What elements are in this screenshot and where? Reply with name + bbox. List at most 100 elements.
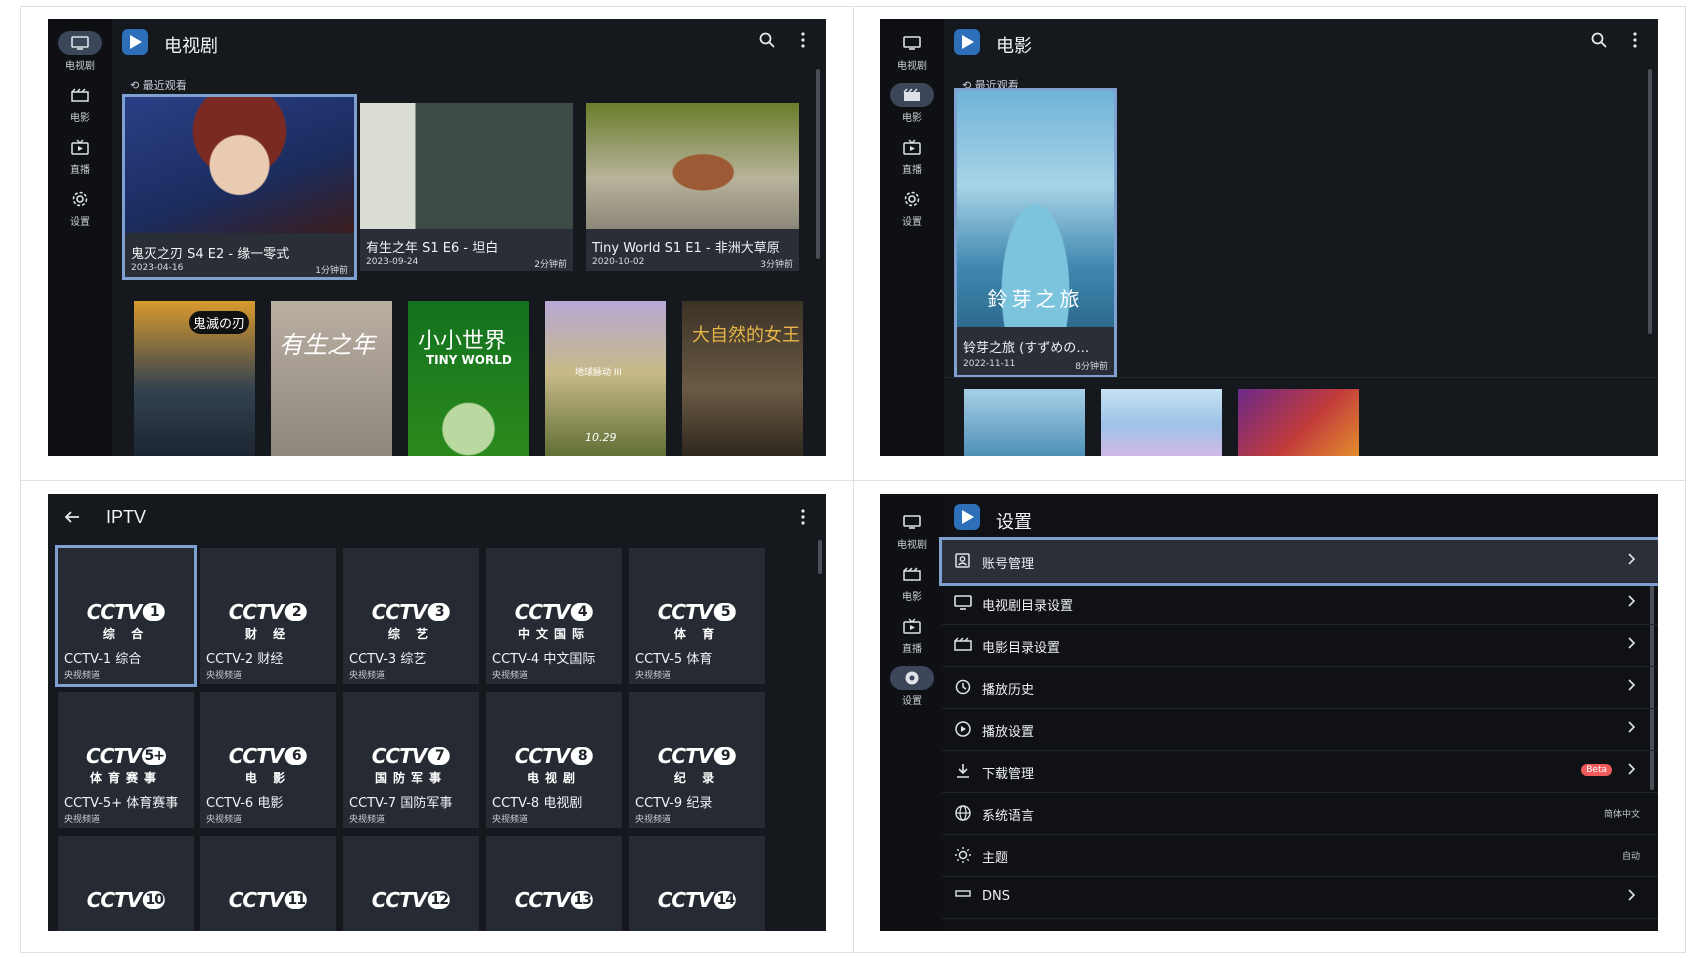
channel-tile[interactable]: CCTV 3 综 艺 CCTV-3 综艺 央视频道: [343, 548, 479, 684]
nav-item-movie[interactable]: 电影: [880, 562, 944, 610]
settings-item[interactable]: 账号管理: [939, 537, 1658, 586]
show-poster[interactable]: 有生之年: [271, 301, 392, 456]
nav-item-live[interactable]: 直播: [880, 614, 944, 662]
nav-item-tv[interactable]: 电视剧: [880, 31, 944, 79]
movie-thumb[interactable]: [964, 389, 1085, 456]
channel-tile[interactable]: CCTV 13: [486, 836, 622, 931]
scrollbar[interactable]: [818, 540, 822, 574]
channel-tile[interactable]: CCTV 8 电视剧 CCTV-8 电视剧 央视频道: [486, 692, 622, 828]
logo-text: CCTV: [514, 888, 570, 912]
channel-category: 央视频道: [492, 671, 529, 681]
logo-text: CCTV: [371, 600, 427, 624]
settings-item[interactable]: 下载管理 Beta: [942, 750, 1658, 793]
settings-item-label: 账号管理: [982, 557, 1035, 572]
nav-item-settings[interactable]: 设置: [880, 666, 944, 714]
channel-number: 3: [428, 603, 451, 621]
nav-item-live[interactable]: 直播: [48, 135, 112, 183]
card-date: 2023-04-16: [131, 263, 184, 273]
logo-subtitle: 电 影: [244, 771, 292, 785]
logo-text: CCTV: [514, 600, 570, 624]
poster-title: 地球脉动 III: [575, 368, 622, 378]
settings-item-label: 主题: [982, 851, 1009, 866]
nav-item-tv[interactable]: 电视剧: [880, 510, 944, 558]
show-poster[interactable]: 地球脉动 III 10.29: [545, 301, 666, 456]
logo-subtitle: 国防军事: [374, 771, 448, 785]
nav-label: 电视剧: [897, 61, 927, 72]
channel-tile[interactable]: CCTV 6 电 影 CCTV-6 电影 央视频道: [200, 692, 336, 828]
settings-item[interactable]: 播放设置: [942, 708, 1658, 751]
channel-tile[interactable]: CCTV 5+ 体育赛事 CCTV-5+ 体育赛事 央视频道: [58, 692, 194, 828]
cctv-logo: CCTV 7 国防军事: [372, 744, 451, 786]
tv-panel: 电视剧 电影 直播 设置 电视剧 ⟲ 最近观看 鬼灭之刃 S4 E2 - 缘一零…: [48, 19, 826, 456]
iptv-panel: IPTV CCTV 1 综 合 CCTV-1 综合 央视频道 CCTV 2 财 经 CCTV-2…: [48, 494, 826, 931]
tv-icon: [954, 595, 972, 610]
channel-tile[interactable]: CCTV 12: [343, 836, 479, 931]
cctv-logo: CCTV 1 综 合: [87, 600, 166, 642]
logo-subtitle: 电视剧: [526, 771, 582, 785]
show-poster[interactable]: 小小世界 TINY WORLD: [408, 301, 529, 456]
channel-tile[interactable]: CCTV 10: [58, 836, 194, 931]
movie-thumb[interactable]: [1238, 389, 1359, 456]
poster-date: 10.29: [585, 431, 617, 444]
scrollbar[interactable]: [1648, 69, 1652, 334]
nav-item-movie[interactable]: 电影: [48, 83, 112, 131]
settings-item-label: 电视剧目录设置: [982, 599, 1074, 614]
channel-category: 央视频道: [635, 815, 672, 825]
show-poster[interactable]: 鬼滅の刃: [134, 301, 255, 456]
cctv-logo: CCTV 12: [372, 888, 451, 912]
channel-category: 央视频道: [492, 815, 529, 825]
scrollbar[interactable]: [816, 69, 820, 259]
logo-mark: CCTV 5: [658, 600, 737, 624]
channel-tile[interactable]: CCTV 1 综 合 CCTV-1 综合 央视频道: [55, 545, 197, 687]
channel-tile[interactable]: CCTV 2 财 经 CCTV-2 财经 央视频道: [200, 548, 336, 684]
logo-subtitle: 纪 录: [673, 771, 721, 785]
nav-item-live[interactable]: 直播: [880, 135, 944, 183]
channel-tile[interactable]: CCTV 11: [200, 836, 336, 931]
back-arrow-icon[interactable]: [64, 509, 80, 525]
cctv-logo: CCTV 6 电 影: [229, 744, 308, 786]
search-icon[interactable]: [1591, 32, 1607, 48]
clapperboard-icon: [954, 637, 972, 651]
settings-item[interactable]: 系统语言 简体中文: [942, 792, 1658, 835]
nav-item-settings[interactable]: 设置: [880, 187, 944, 235]
channel-tile[interactable]: CCTV 7 国防军事 CCTV-7 国防军事 央视频道: [343, 692, 479, 828]
recent-card[interactable]: Tiny World S1 E1 - 非洲大草原 2020-10-02 3分钟前: [586, 103, 799, 271]
recent-card[interactable]: 鈴芽之旅 铃芽之旅 (すずめの… 2022-11-11 8分钟前: [954, 88, 1117, 378]
dns-icon: [955, 890, 971, 897]
logo-mark: CCTV 11: [229, 888, 308, 912]
movie-poster: 鈴芽之旅: [957, 91, 1114, 327]
nav-rail: 电视剧 电影 直播 设置: [880, 494, 944, 931]
nav-item-tv[interactable]: 电视剧: [48, 31, 112, 79]
settings-item-label: DNS: [982, 889, 1010, 904]
logo-text: CCTV: [514, 744, 570, 768]
channel-number: 4: [571, 603, 594, 621]
card-time-ago: 1分钟前: [315, 266, 348, 276]
recent-card[interactable]: 有生之年 S1 E6 - 坦白 2023-09-24 2分钟前: [360, 103, 573, 271]
channel-tile[interactable]: CCTV 5 体 育 CCTV-5 体育 央视频道: [629, 548, 765, 684]
settings-item[interactable]: 主题 自动: [942, 834, 1658, 877]
search-icon[interactable]: [759, 32, 775, 48]
settings-item[interactable]: DNS: [942, 876, 1658, 919]
nav-item-movie[interactable]: 电影: [880, 83, 944, 131]
settings-item[interactable]: 电影目录设置: [942, 624, 1658, 667]
channel-name: CCTV-7 国防军事: [349, 796, 453, 811]
logo-text: CCTV: [657, 888, 713, 912]
channel-name: CCTV-9 纪录: [635, 796, 713, 811]
nav-label: 设置: [902, 217, 922, 228]
movie-thumb[interactable]: [1101, 389, 1222, 456]
poster-title: 大自然的女王: [692, 325, 800, 346]
more-vert-icon[interactable]: [801, 32, 805, 48]
channel-tile[interactable]: CCTV 4 中文国际 CCTV-4 中文国际 央视频道: [486, 548, 622, 684]
cctv-logo: CCTV 10: [87, 888, 166, 912]
channel-tile[interactable]: CCTV 14: [629, 836, 765, 931]
nav-item-settings[interactable]: 设置: [48, 187, 112, 235]
settings-item[interactable]: 电视剧目录设置: [942, 582, 1658, 625]
cctv-logo: CCTV 3 综 艺: [371, 600, 451, 642]
recent-card[interactable]: 鬼灭之刃 S4 E2 - 缘一零式 2023-04-16 1分钟前: [122, 94, 357, 280]
show-poster[interactable]: 大自然的女王: [682, 301, 803, 456]
more-vert-icon[interactable]: [801, 509, 805, 525]
app-logo-icon: [954, 29, 980, 55]
more-vert-icon[interactable]: [1633, 32, 1637, 48]
settings-item[interactable]: 播放历史: [942, 666, 1658, 709]
channel-tile[interactable]: CCTV 9 纪 录 CCTV-9 纪录 央视频道: [629, 692, 765, 828]
